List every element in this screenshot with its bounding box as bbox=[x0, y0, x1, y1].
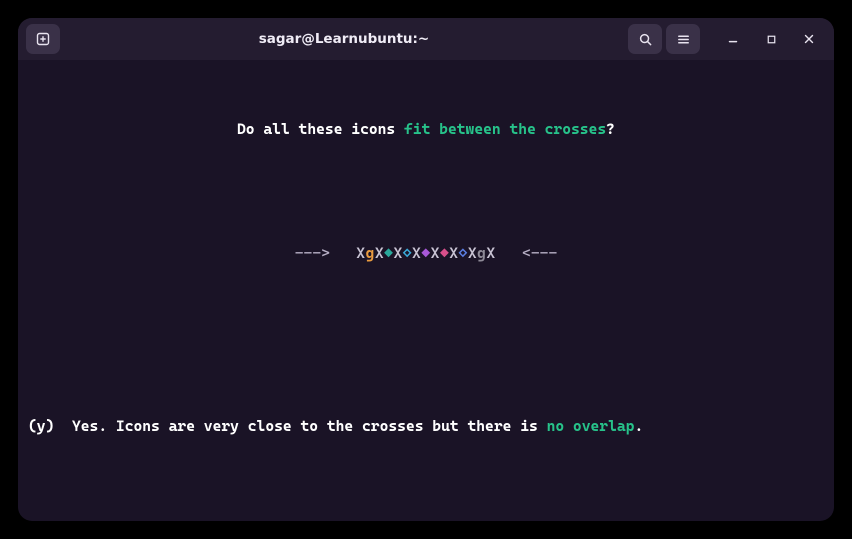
minimize-icon bbox=[726, 32, 740, 46]
minimize-button[interactable] bbox=[716, 24, 750, 54]
new-tab-button[interactable] bbox=[26, 24, 60, 54]
maximize-icon bbox=[765, 33, 778, 46]
question-text-1: Do all these icons bbox=[237, 120, 404, 138]
question-line: Do all these icons fit between the cross… bbox=[28, 118, 824, 140]
arrow-right: <--- bbox=[522, 244, 557, 262]
icon-test-row: ---> XgX◆X◇X◆X◆X◇XgX <--- bbox=[28, 242, 824, 264]
search-icon bbox=[638, 32, 653, 47]
option-y: (y) Yes. Icons are very close to the cro… bbox=[28, 415, 824, 437]
option-y-key: (y) bbox=[28, 417, 54, 435]
icons-row: XgX◆X◇X◆X◆X◇XgX bbox=[356, 242, 495, 264]
option-y-text-2: . bbox=[634, 417, 643, 435]
option-y-highlight: no overlap bbox=[547, 417, 635, 435]
terminal-body[interactable]: Do all these icons fit between the cross… bbox=[18, 60, 834, 521]
terminal-window: sagar@Learnubuntu:~ bbox=[18, 18, 834, 521]
window-title: sagar@Learnubuntu:~ bbox=[60, 31, 628, 47]
close-button[interactable] bbox=[792, 24, 826, 54]
menu-button[interactable] bbox=[666, 24, 700, 54]
option-y-text-1: Yes. Icons are very close to the crosses… bbox=[72, 417, 547, 435]
new-tab-icon bbox=[35, 31, 51, 47]
search-button[interactable] bbox=[628, 24, 662, 54]
titlebar: sagar@Learnubuntu:~ bbox=[18, 18, 834, 60]
question-highlight: fit between the crosses bbox=[404, 120, 606, 138]
question-text-2: ? bbox=[606, 120, 615, 138]
maximize-button[interactable] bbox=[754, 24, 788, 54]
hamburger-menu-icon bbox=[676, 32, 691, 47]
arrow-left: ---> bbox=[295, 244, 330, 262]
close-icon bbox=[802, 32, 816, 46]
